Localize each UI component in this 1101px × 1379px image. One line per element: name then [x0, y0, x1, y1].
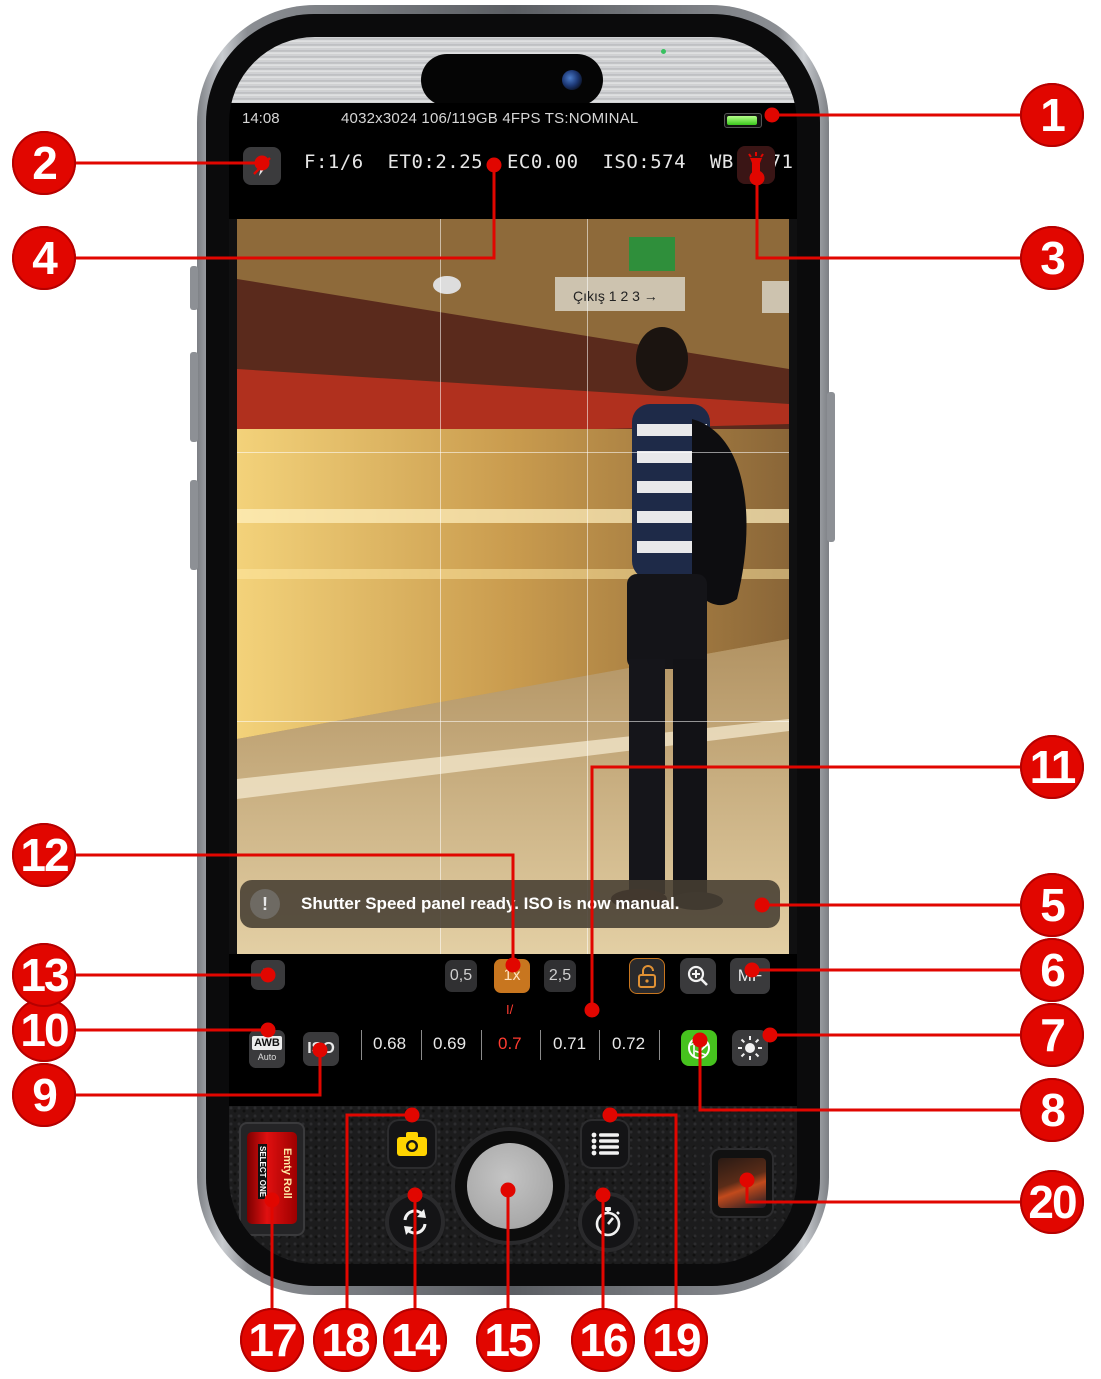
callout-16: 16: [571, 1308, 635, 1372]
stopwatch-icon: [595, 1207, 621, 1237]
status-bar: 14:08 4032x3024 106/119GB 4FPS TS:NOMINA…: [229, 103, 797, 133]
iso-button[interactable]: ISO: [303, 1032, 339, 1066]
list-icon: [591, 1132, 619, 1156]
scale-divider: [361, 1030, 362, 1060]
timer-button[interactable]: [582, 1196, 634, 1248]
scale-value-selected[interactable]: 0.7: [498, 1034, 522, 1054]
manual-focus-button[interactable]: MF: [730, 958, 770, 994]
callout-2: 2: [12, 131, 76, 195]
gallery-thumbnail-button[interactable]: [712, 1150, 772, 1216]
zoom-in-button[interactable]: [680, 958, 716, 994]
capture-mode-button[interactable]: [389, 1121, 435, 1167]
info-icon: !: [250, 889, 280, 919]
value-scale[interactable]: 0.68 0.69 0.7 0.71 0.72: [347, 1024, 660, 1064]
zoom-0-5-button[interactable]: 0,5: [445, 960, 477, 992]
callout-17: 17: [240, 1308, 304, 1372]
flash-button[interactable]: [243, 147, 281, 185]
dynamic-island: [421, 54, 603, 106]
callout-8: 8: [1020, 1078, 1084, 1142]
film-roll-subtitle: SELECT ONE: [258, 1144, 267, 1200]
scale-divider: [540, 1030, 541, 1060]
callout-9: 9: [12, 1063, 76, 1127]
unlock-icon: [638, 965, 656, 988]
action-button: [190, 266, 198, 310]
exposure-button[interactable]: [732, 1030, 768, 1066]
callout-11: 11: [1020, 735, 1084, 799]
grid-line: [237, 721, 789, 722]
camera-param-bar: F:1/6 ET0:2.25 EC0.00 ISO:574 WB:5971: [229, 133, 797, 219]
status-time: 14:08: [242, 110, 280, 127]
awb-label: AWB: [252, 1035, 282, 1050]
callout-1: 1: [1020, 83, 1084, 147]
torch-icon: [748, 152, 764, 176]
battery-level: [727, 116, 757, 125]
volume-down-button: [190, 480, 198, 570]
grid-line: [587, 219, 588, 954]
gallery-thumbnail-image: [718, 1158, 766, 1208]
scale-value[interactable]: 0.71: [553, 1034, 586, 1054]
callout-18: 18: [313, 1308, 377, 1372]
scale-divider: [659, 1030, 660, 1060]
lock-button[interactable]: [629, 958, 665, 994]
svg-text:Çıkış 1 2 3 →: Çıkış 1 2 3 →: [573, 288, 658, 304]
callout-6: 6: [1020, 938, 1084, 1002]
shutter-button[interactable]: [455, 1131, 565, 1241]
zoom-2-5-button[interactable]: 2,5: [544, 960, 576, 992]
callout-14: 14: [383, 1308, 447, 1372]
scale-indicator: I/: [506, 1002, 514, 1017]
status-notice: ! Shutter Speed panel ready. ISO is now …: [240, 880, 780, 928]
power-button: [827, 392, 835, 542]
front-camera-lens: [562, 70, 582, 90]
scale-divider: [481, 1030, 482, 1060]
callout-12: 12: [12, 823, 76, 887]
control-panel: P 0,5 1x 2,5 MF I/ AWB Auto ISO 0.68 0.6…: [229, 954, 797, 1106]
aperture-icon: [688, 1037, 710, 1059]
viewfinder[interactable]: Çıkış 1 2 3 →: [237, 219, 789, 954]
callout-5: 5: [1020, 873, 1084, 937]
callout-10: 10: [12, 998, 76, 1062]
scale-divider: [599, 1030, 600, 1060]
sun-icon: [738, 1036, 762, 1060]
phone-screen: 14:08 4032x3024 106/119GB 4FPS TS:NOMINA…: [229, 37, 797, 1264]
magnifier-plus-icon: [687, 965, 708, 986]
rotate-camera-icon: [403, 1209, 427, 1235]
battery-icon: [724, 113, 762, 128]
notice-message: Shutter Speed panel ready. ISO is now ma…: [301, 894, 680, 913]
zoom-1x-button[interactable]: 1x: [494, 959, 530, 993]
callout-4: 4: [12, 226, 76, 290]
scale-value[interactable]: 0.68: [373, 1034, 406, 1054]
grid-line: [440, 219, 441, 954]
film-roll-button[interactable]: Emty Roll SELECT ONE: [241, 1124, 303, 1234]
status-info: 4032x3024 106/119GB 4FPS TS:NOMINAL: [341, 110, 639, 127]
callout-15: 15: [476, 1308, 540, 1372]
aperture-button[interactable]: [681, 1030, 717, 1066]
scale-value[interactable]: 0.72: [612, 1034, 645, 1054]
camera-in-use-indicator: [661, 49, 666, 54]
scale-value[interactable]: 0.69: [433, 1034, 466, 1054]
shutter-button-core: [467, 1143, 553, 1229]
callout-3: 3: [1020, 226, 1084, 290]
awb-sub-label: Auto: [257, 1051, 277, 1062]
film-roll-title: Emty Roll: [281, 1148, 293, 1199]
menu-button[interactable]: [582, 1121, 628, 1167]
grid-line: [237, 452, 789, 453]
torch-button[interactable]: [737, 146, 775, 184]
callout-7: 7: [1020, 1003, 1084, 1067]
volume-up-button: [190, 352, 198, 442]
flash-off-icon: [253, 156, 271, 176]
callout-19: 19: [644, 1308, 708, 1372]
awb-button[interactable]: AWB Auto: [249, 1030, 285, 1068]
shutter-panel: Emty Roll SELECT ONE: [229, 1106, 797, 1264]
viewfinder-image: Çıkış 1 2 3 →: [237, 219, 789, 954]
camera-icon: [397, 1132, 427, 1156]
callout-13: 13: [12, 943, 76, 1007]
callout-20: 20: [1020, 1170, 1084, 1234]
flip-camera-button[interactable]: [389, 1196, 441, 1248]
scale-divider: [421, 1030, 422, 1060]
program-mode-button[interactable]: P: [251, 960, 285, 990]
exposure-readout: F:1/6 ET0:2.25 EC0.00 ISO:574 WB:5971: [304, 151, 794, 173]
